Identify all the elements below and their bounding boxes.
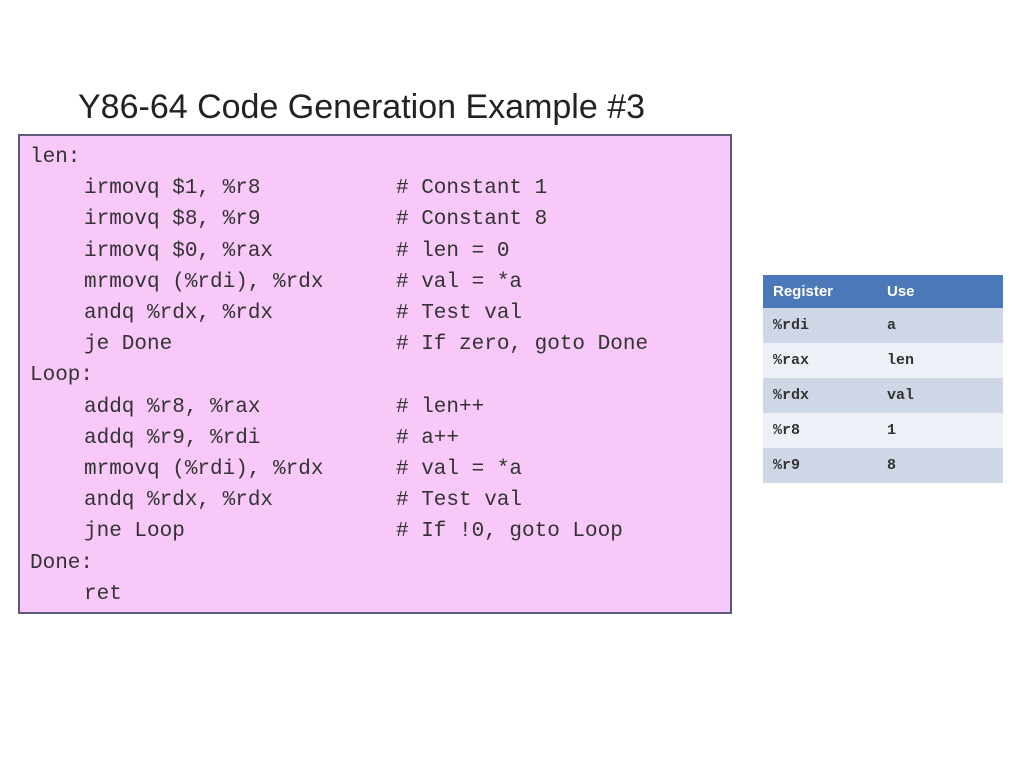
code-instruction: mrmovq (%rdi), %rdx <box>30 267 396 298</box>
code-comment: # If zero, goto Done <box>396 329 648 360</box>
page-title: Y86-64 Code Generation Example #3 <box>78 88 645 127</box>
register-cell: %rdx <box>763 378 877 413</box>
code-instruction: jne Loop <box>30 516 396 547</box>
code-comment: # val = *a <box>396 267 522 298</box>
code-line: Done: <box>30 548 720 579</box>
use-cell: 1 <box>877 413 1003 448</box>
code-comment: # val = *a <box>396 454 522 485</box>
code-line: irmovq $0, %rax# len = 0 <box>30 236 720 267</box>
code-line: addq %r8, %rax# len++ <box>30 392 720 423</box>
code-listing: len: irmovq $1, %r8# Constant 1irmovq $8,… <box>18 134 732 614</box>
table-row: %rdia <box>763 308 1003 343</box>
register-cell: %rax <box>763 343 877 378</box>
code-line: je Done# If zero, goto Done <box>30 329 720 360</box>
register-cell: %rdi <box>763 308 877 343</box>
code-line: jne Loop# If !0, goto Loop <box>30 516 720 547</box>
use-cell: 8 <box>877 448 1003 483</box>
code-instruction: andq %rdx, %rdx <box>30 485 396 516</box>
code-line: irmovq $1, %r8# Constant 1 <box>30 173 720 204</box>
code-instruction: irmovq $0, %rax <box>30 236 396 267</box>
code-line: andq %rdx, %rdx# Test val <box>30 298 720 329</box>
code-label: Loop: <box>30 364 93 387</box>
code-instruction: addq %r8, %rax <box>30 392 396 423</box>
code-line: mrmovq (%rdi), %rdx# val = *a <box>30 267 720 298</box>
code-comment: # Test val <box>396 298 522 329</box>
code-instruction: addq %r9, %rdi <box>30 423 396 454</box>
code-comment: # If !0, goto Loop <box>396 516 623 547</box>
code-line: andq %rdx, %rdx# Test val <box>30 485 720 516</box>
code-line: addq %r9, %rdi# a++ <box>30 423 720 454</box>
code-instruction: andq %rdx, %rdx <box>30 298 396 329</box>
code-line: irmovq $8, %r9# Constant 8 <box>30 204 720 235</box>
table-header-register: Register <box>763 275 877 308</box>
table-row: %r81 <box>763 413 1003 448</box>
table-row: %r98 <box>763 448 1003 483</box>
code-instruction: ret <box>30 579 396 610</box>
code-comment: # len++ <box>396 392 484 423</box>
code-line: len: <box>30 142 720 173</box>
code-comment: # Test val <box>396 485 522 516</box>
use-cell: a <box>877 308 1003 343</box>
table-row: %raxlen <box>763 343 1003 378</box>
code-instruction: irmovq $8, %r9 <box>30 204 396 235</box>
code-label: len: <box>30 146 80 169</box>
code-comment: # Constant 8 <box>396 204 547 235</box>
table-row: %rdxval <box>763 378 1003 413</box>
code-comment: # len = 0 <box>396 236 509 267</box>
code-instruction: mrmovq (%rdi), %rdx <box>30 454 396 485</box>
register-cell: %r8 <box>763 413 877 448</box>
code-line: mrmovq (%rdi), %rdx# val = *a <box>30 454 720 485</box>
register-table: Register Use %rdia%raxlen%rdxval%r81%r98 <box>763 275 1003 483</box>
code-comment: # Constant 1 <box>396 173 547 204</box>
use-cell: val <box>877 378 1003 413</box>
code-comment: # a++ <box>396 423 459 454</box>
code-label: Done: <box>30 552 93 575</box>
use-cell: len <box>877 343 1003 378</box>
code-line: ret <box>30 579 720 610</box>
register-cell: %r9 <box>763 448 877 483</box>
code-instruction: irmovq $1, %r8 <box>30 173 396 204</box>
table-header-use: Use <box>877 275 1003 308</box>
code-instruction: je Done <box>30 329 396 360</box>
code-line: Loop: <box>30 360 720 391</box>
